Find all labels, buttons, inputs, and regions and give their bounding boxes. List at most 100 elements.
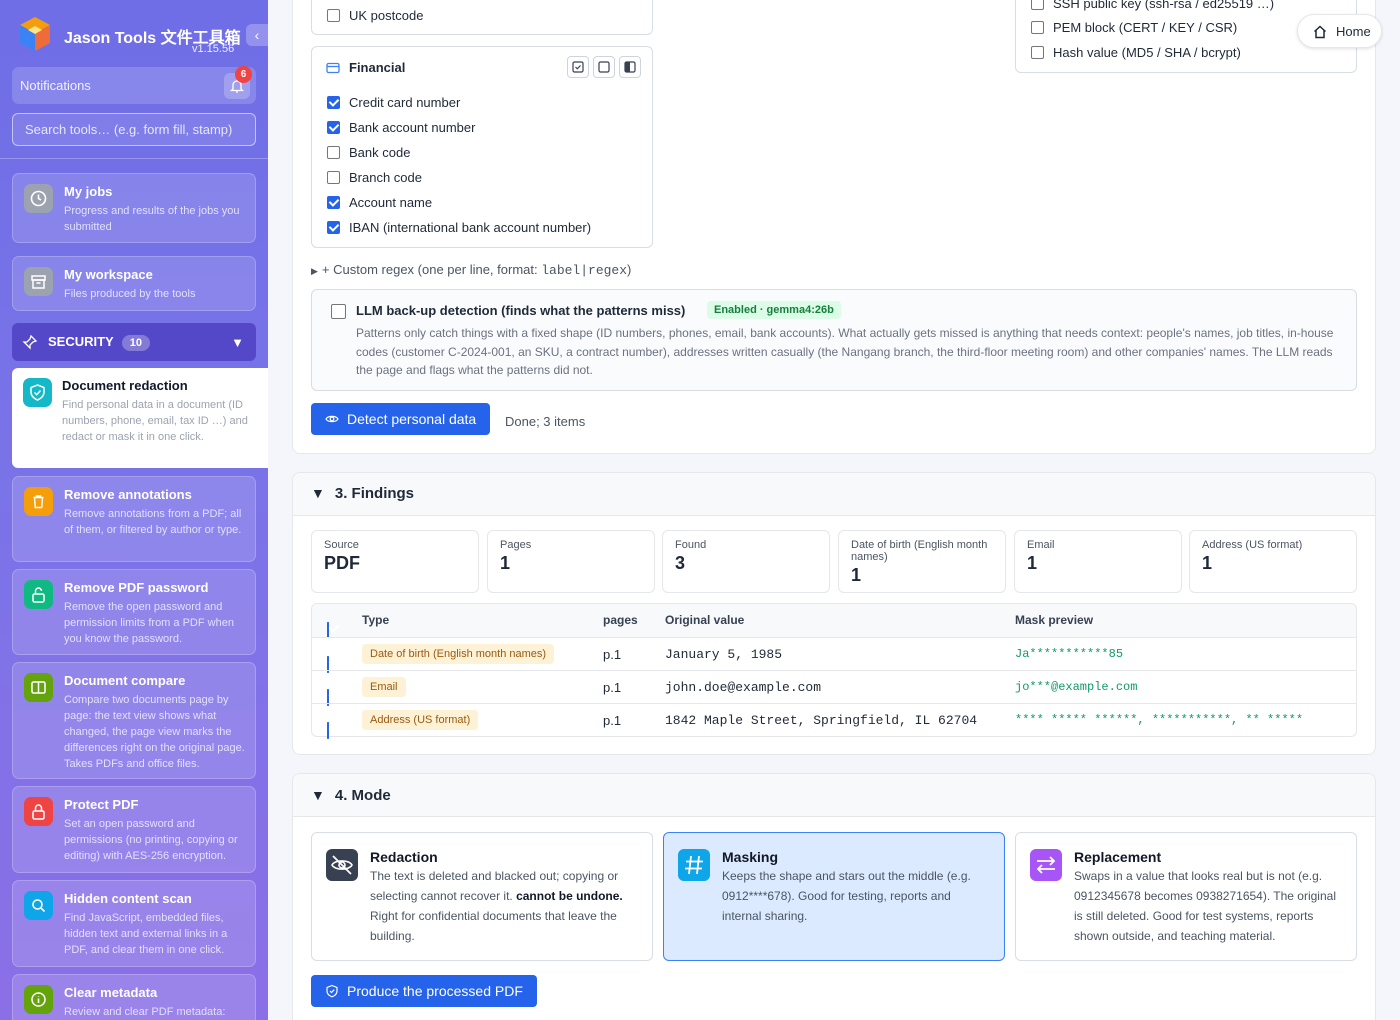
bank-account-option[interactable]: Bank account number: [327, 117, 475, 137]
branch-code-option[interactable]: Branch code: [327, 167, 422, 187]
eye-icon: [325, 415, 339, 423]
archive-icon: [24, 267, 53, 296]
caret-down-icon: ▼: [231, 335, 244, 350]
option-label: SSH public key (ssh-rsa / ed25519 …): [1053, 0, 1275, 11]
sidebar-item-hidden-content-scan[interactable]: Hidden content scan Find JavaScript, emb…: [12, 880, 256, 967]
info-icon: [24, 985, 53, 1014]
invert-selection-button[interactable]: [619, 56, 641, 78]
checkbox[interactable]: [327, 170, 340, 184]
stat-value: 1: [851, 565, 862, 585]
ssh-key-option[interactable]: SSH public key (ssh-rsa / ed25519 …): [1031, 0, 1274, 13]
stat-found: Found 3: [662, 530, 830, 593]
checkbox[interactable]: [327, 195, 340, 209]
checkbox[interactable]: [327, 120, 340, 134]
detect-personal-data-button[interactable]: Detect personal data: [311, 403, 491, 435]
bank-code-option[interactable]: Bank code: [327, 142, 410, 162]
sidebar-item-desc: Files produced by the tools: [64, 288, 196, 300]
mode-option-masking[interactable]: Masking Keeps the shape and stars out th…: [663, 832, 1005, 961]
mode-option-redaction[interactable]: Redaction The text is deleted and blacke…: [311, 832, 653, 961]
account-name-option[interactable]: Account name: [327, 192, 432, 212]
shield-icon: [326, 984, 338, 998]
security-section-header[interactable]: SECURITY 10 ▼: [12, 323, 256, 361]
stat-label: Pages: [500, 539, 532, 551]
sidebar-item-protect-pdf[interactable]: Protect PDF Set an open password and per…: [12, 786, 256, 873]
mode-option-replacement[interactable]: Replacement Swaps in a value that looks …: [1015, 832, 1357, 961]
option-label: PEM block (CERT / KEY / CSR): [1053, 19, 1238, 35]
stat-value: 1: [1027, 553, 1038, 573]
search-icon: [24, 891, 53, 920]
collapse-sidebar-button[interactable]: ‹: [246, 24, 268, 46]
row-checkbox[interactable]: [327, 722, 329, 739]
checkbox[interactable]: [327, 145, 340, 159]
sidebar-item-desc: Review and clear PDF metadata:: [64, 1006, 226, 1018]
stat-email: Email 1: [1014, 530, 1182, 593]
checkbox[interactable]: [1031, 45, 1044, 59]
clock-icon: [24, 184, 53, 213]
original-value-cell: john.doe@example.com: [665, 680, 822, 695]
sidebar-item-title: Hidden content scan: [64, 891, 192, 906]
select-all-button[interactable]: [567, 56, 589, 78]
iban-option[interactable]: IBAN (international bank account number): [327, 217, 591, 237]
caret-down-icon: ▼: [311, 485, 325, 501]
app-logo-icon: [20, 17, 50, 51]
sidebar-item-remove-pdf-password[interactable]: Remove PDF password Remove the open pass…: [12, 569, 256, 655]
notifications-button[interactable]: Notifications 6: [12, 66, 256, 104]
custom-regex-toggle[interactable]: ▶ + Custom regex (one per line, format: l…: [311, 262, 631, 278]
uk-postcode-option[interactable]: UK postcode: [327, 5, 423, 25]
sidebar-item-my-jobs[interactable]: My jobs Progress and results of the jobs…: [12, 173, 256, 243]
select-none-button[interactable]: [593, 56, 615, 78]
stat-label: Found: [675, 539, 707, 551]
caret-down-icon: ▼: [311, 787, 325, 803]
type-tag: Email: [362, 677, 406, 697]
tool-search-input[interactable]: [12, 113, 256, 146]
table-row[interactable]: Address (US format) p.1 1842 Maple Stree…: [312, 703, 1356, 739]
checkbox[interactable]: [1031, 0, 1044, 10]
mode-header[interactable]: ▼ 4. Mode: [293, 774, 1375, 817]
sidebar-item-title: Remove annotations: [64, 487, 192, 502]
sidebar-item-clear-metadata[interactable]: Clear metadata Review and clear PDF meta…: [12, 974, 256, 1020]
column-header-original: Original value: [665, 613, 745, 627]
llm-backup-checkbox[interactable]: [331, 304, 346, 319]
checkbox[interactable]: [327, 95, 340, 109]
produce-processed-pdf-button[interactable]: Produce the processed PDF: [311, 975, 537, 1007]
credit-card-option[interactable]: Credit card number: [327, 92, 460, 112]
select-all-findings-checkbox[interactable]: [327, 622, 329, 638]
checkbox[interactable]: [327, 220, 340, 234]
produce-button-label: Produce the processed PDF: [347, 983, 523, 999]
caret-right-icon: ▶: [311, 266, 318, 276]
brand[interactable]: Jason Tools 文件工具箱 v1.15.56: [18, 16, 258, 56]
shield-check-icon: [23, 378, 52, 407]
sidebar-item-remove-annotations[interactable]: Remove annotations Remove annotations fr…: [12, 476, 256, 562]
section-label: SECURITY: [48, 334, 114, 349]
swap-icon: [1030, 849, 1062, 881]
sidebar-item-desc: Progress and results of the jobs you sub…: [64, 205, 240, 233]
mask-preview-cell: **** ***** ******, ***********, ** *****: [1015, 713, 1304, 727]
custom-regex-format: label|regex: [541, 263, 628, 278]
page-cell: p.1: [603, 680, 622, 695]
sidebar-item-title: My jobs: [64, 184, 113, 199]
sidebar-item-desc: Compare two documents page by page: the …: [64, 694, 245, 770]
table-row[interactable]: Date of birth (English month names) p.1 …: [312, 637, 1356, 673]
sidebar-item-document-redaction[interactable]: Document redaction Find personal data in…: [12, 368, 268, 468]
sidebar-item-document-compare[interactable]: Document compare Compare two documents p…: [12, 662, 256, 779]
findings-header[interactable]: ▼ 3. Findings: [293, 473, 1375, 516]
home-button[interactable]: Home: [1297, 14, 1382, 48]
option-label: Branch code: [349, 169, 422, 185]
checkbox[interactable]: [327, 8, 340, 22]
chevron-left-icon: ‹: [254, 27, 260, 43]
type-tag: Address (US format): [362, 710, 479, 730]
stat-value: 1: [1202, 553, 1213, 573]
option-label: Bank code: [349, 144, 411, 160]
mode-desc-part: Right for confidential documents that le…: [370, 909, 617, 943]
table-row[interactable]: Email p.1 john.doe@example.com jo***@exa…: [312, 670, 1356, 706]
checkbox[interactable]: [1031, 20, 1044, 34]
sidebar-item-my-workspace[interactable]: My workspace Files produced by the tools: [12, 256, 256, 311]
pem-block-option[interactable]: PEM block (CERT / KEY / CSR): [1031, 17, 1237, 37]
hash-value-option[interactable]: Hash value (MD5 / SHA / bcrypt): [1031, 42, 1241, 62]
sidebar-item-title: Document compare: [64, 673, 186, 688]
original-value-cell: January 5, 1985: [665, 647, 783, 662]
sidebar-item-desc: Remove the open password and permission …: [64, 601, 234, 645]
page-cell: p.1: [603, 713, 622, 728]
pin-icon: [22, 334, 38, 353]
sidebar-item-title: Document redaction: [62, 378, 188, 393]
